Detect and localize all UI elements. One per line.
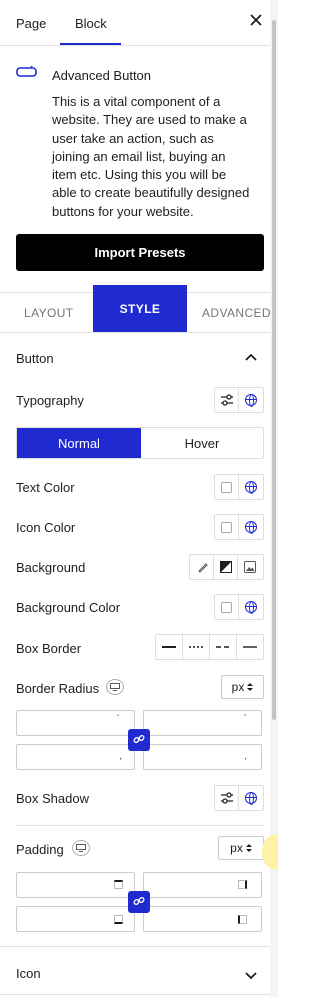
padding-label: Padding bbox=[16, 842, 64, 857]
border-dashed-icon[interactable] bbox=[210, 635, 237, 659]
background-color-controls bbox=[214, 594, 264, 620]
tab-advanced[interactable]: ADVANCED bbox=[202, 306, 271, 320]
settings-tabs-bottom-divider bbox=[0, 332, 270, 333]
desktop-icon[interactable] bbox=[106, 679, 124, 695]
text-color-label: Text Color bbox=[16, 480, 75, 495]
border-radius-unit-select[interactable]: px bbox=[221, 675, 264, 699]
color-swatch[interactable] bbox=[215, 475, 239, 499]
state-tabs: Normal Hover bbox=[16, 427, 264, 459]
desktop-icon[interactable] bbox=[72, 840, 90, 856]
border-radius-label: Border Radius bbox=[16, 681, 100, 696]
sliders-icon[interactable] bbox=[215, 388, 239, 412]
cursor-highlight bbox=[262, 834, 278, 870]
chevron-up-icon[interactable] bbox=[245, 351, 257, 361]
block-description: This is a vital component of a website. … bbox=[52, 94, 250, 219]
scrollbar-thumb[interactable] bbox=[272, 20, 276, 720]
state-tab-hover[interactable]: Hover bbox=[141, 428, 263, 458]
unit-label: px bbox=[230, 841, 243, 855]
text-color-controls bbox=[214, 474, 264, 500]
link-values-button[interactable] bbox=[128, 729, 150, 751]
padding-right-input[interactable] bbox=[143, 872, 262, 898]
box-border-label: Box Border bbox=[16, 641, 82, 656]
padding-bottom-icon bbox=[114, 915, 123, 924]
brush-icon[interactable] bbox=[190, 555, 214, 579]
state-tab-normal[interactable]: Normal bbox=[17, 428, 141, 458]
sliders-icon[interactable] bbox=[215, 786, 239, 810]
import-presets-button[interactable]: Import Presets bbox=[16, 234, 264, 271]
background-color-label: Background Color bbox=[16, 600, 121, 615]
gradient-icon[interactable] bbox=[214, 555, 238, 579]
border-style-controls bbox=[155, 634, 264, 660]
unit-label: px bbox=[231, 680, 245, 694]
border-solid-icon[interactable] bbox=[156, 635, 183, 659]
link-icon bbox=[133, 895, 145, 910]
radius-top-right-input[interactable]: ` bbox=[143, 710, 262, 736]
radius-top-left-input[interactable]: ´ bbox=[16, 710, 135, 736]
padding-top-icon bbox=[114, 880, 123, 889]
padding-right-icon bbox=[238, 880, 247, 889]
globe-icon[interactable] bbox=[239, 786, 263, 810]
typography-label: Typography bbox=[16, 393, 84, 408]
padding-bottom-input[interactable] bbox=[16, 906, 135, 932]
header-divider bbox=[0, 45, 270, 46]
padding-unit-select[interactable]: px bbox=[218, 836, 264, 860]
radius-bottom-right-input[interactable]: , bbox=[143, 744, 262, 770]
border-none-icon[interactable] bbox=[237, 635, 263, 659]
link-values-button[interactable] bbox=[128, 891, 150, 913]
color-swatch[interactable] bbox=[215, 595, 239, 619]
icon-color-controls bbox=[214, 514, 264, 540]
padding-top-input[interactable] bbox=[16, 872, 135, 898]
tab-block[interactable]: Block bbox=[75, 16, 107, 31]
chevron-down-icon[interactable] bbox=[245, 968, 257, 980]
button-panel-title[interactable]: Button bbox=[16, 351, 54, 366]
globe-icon[interactable] bbox=[239, 388, 263, 412]
radius-bottom-left-input[interactable]: , bbox=[16, 744, 135, 770]
icon-color-label: Icon Color bbox=[16, 520, 76, 535]
typography-controls bbox=[214, 387, 264, 413]
icon-panel-title[interactable]: Icon bbox=[16, 966, 41, 981]
background-label: Background bbox=[16, 560, 86, 575]
background-type-controls bbox=[189, 554, 264, 580]
box-shadow-label: Box Shadow bbox=[16, 791, 89, 806]
tab-page[interactable]: Page bbox=[16, 16, 46, 31]
color-swatch[interactable] bbox=[215, 515, 239, 539]
image-icon[interactable] bbox=[238, 555, 262, 579]
bottom-divider bbox=[0, 994, 270, 995]
border-dotted-icon[interactable] bbox=[183, 635, 210, 659]
globe-icon[interactable] bbox=[239, 595, 263, 619]
tab-style[interactable]: STYLE bbox=[93, 285, 187, 332]
icon-panel-divider bbox=[0, 946, 270, 947]
globe-icon[interactable] bbox=[239, 515, 263, 539]
globe-icon[interactable] bbox=[239, 475, 263, 499]
link-icon bbox=[133, 733, 145, 748]
padding-left-icon bbox=[238, 915, 247, 924]
box-shadow-controls bbox=[214, 785, 264, 811]
padding-divider bbox=[16, 825, 264, 826]
tab-layout[interactable]: LAYOUT bbox=[24, 306, 74, 320]
button-icon bbox=[16, 64, 38, 78]
padding-left-input[interactable] bbox=[143, 906, 262, 932]
close-icon[interactable] bbox=[248, 12, 264, 28]
block-title: Advanced Button bbox=[52, 68, 152, 83]
